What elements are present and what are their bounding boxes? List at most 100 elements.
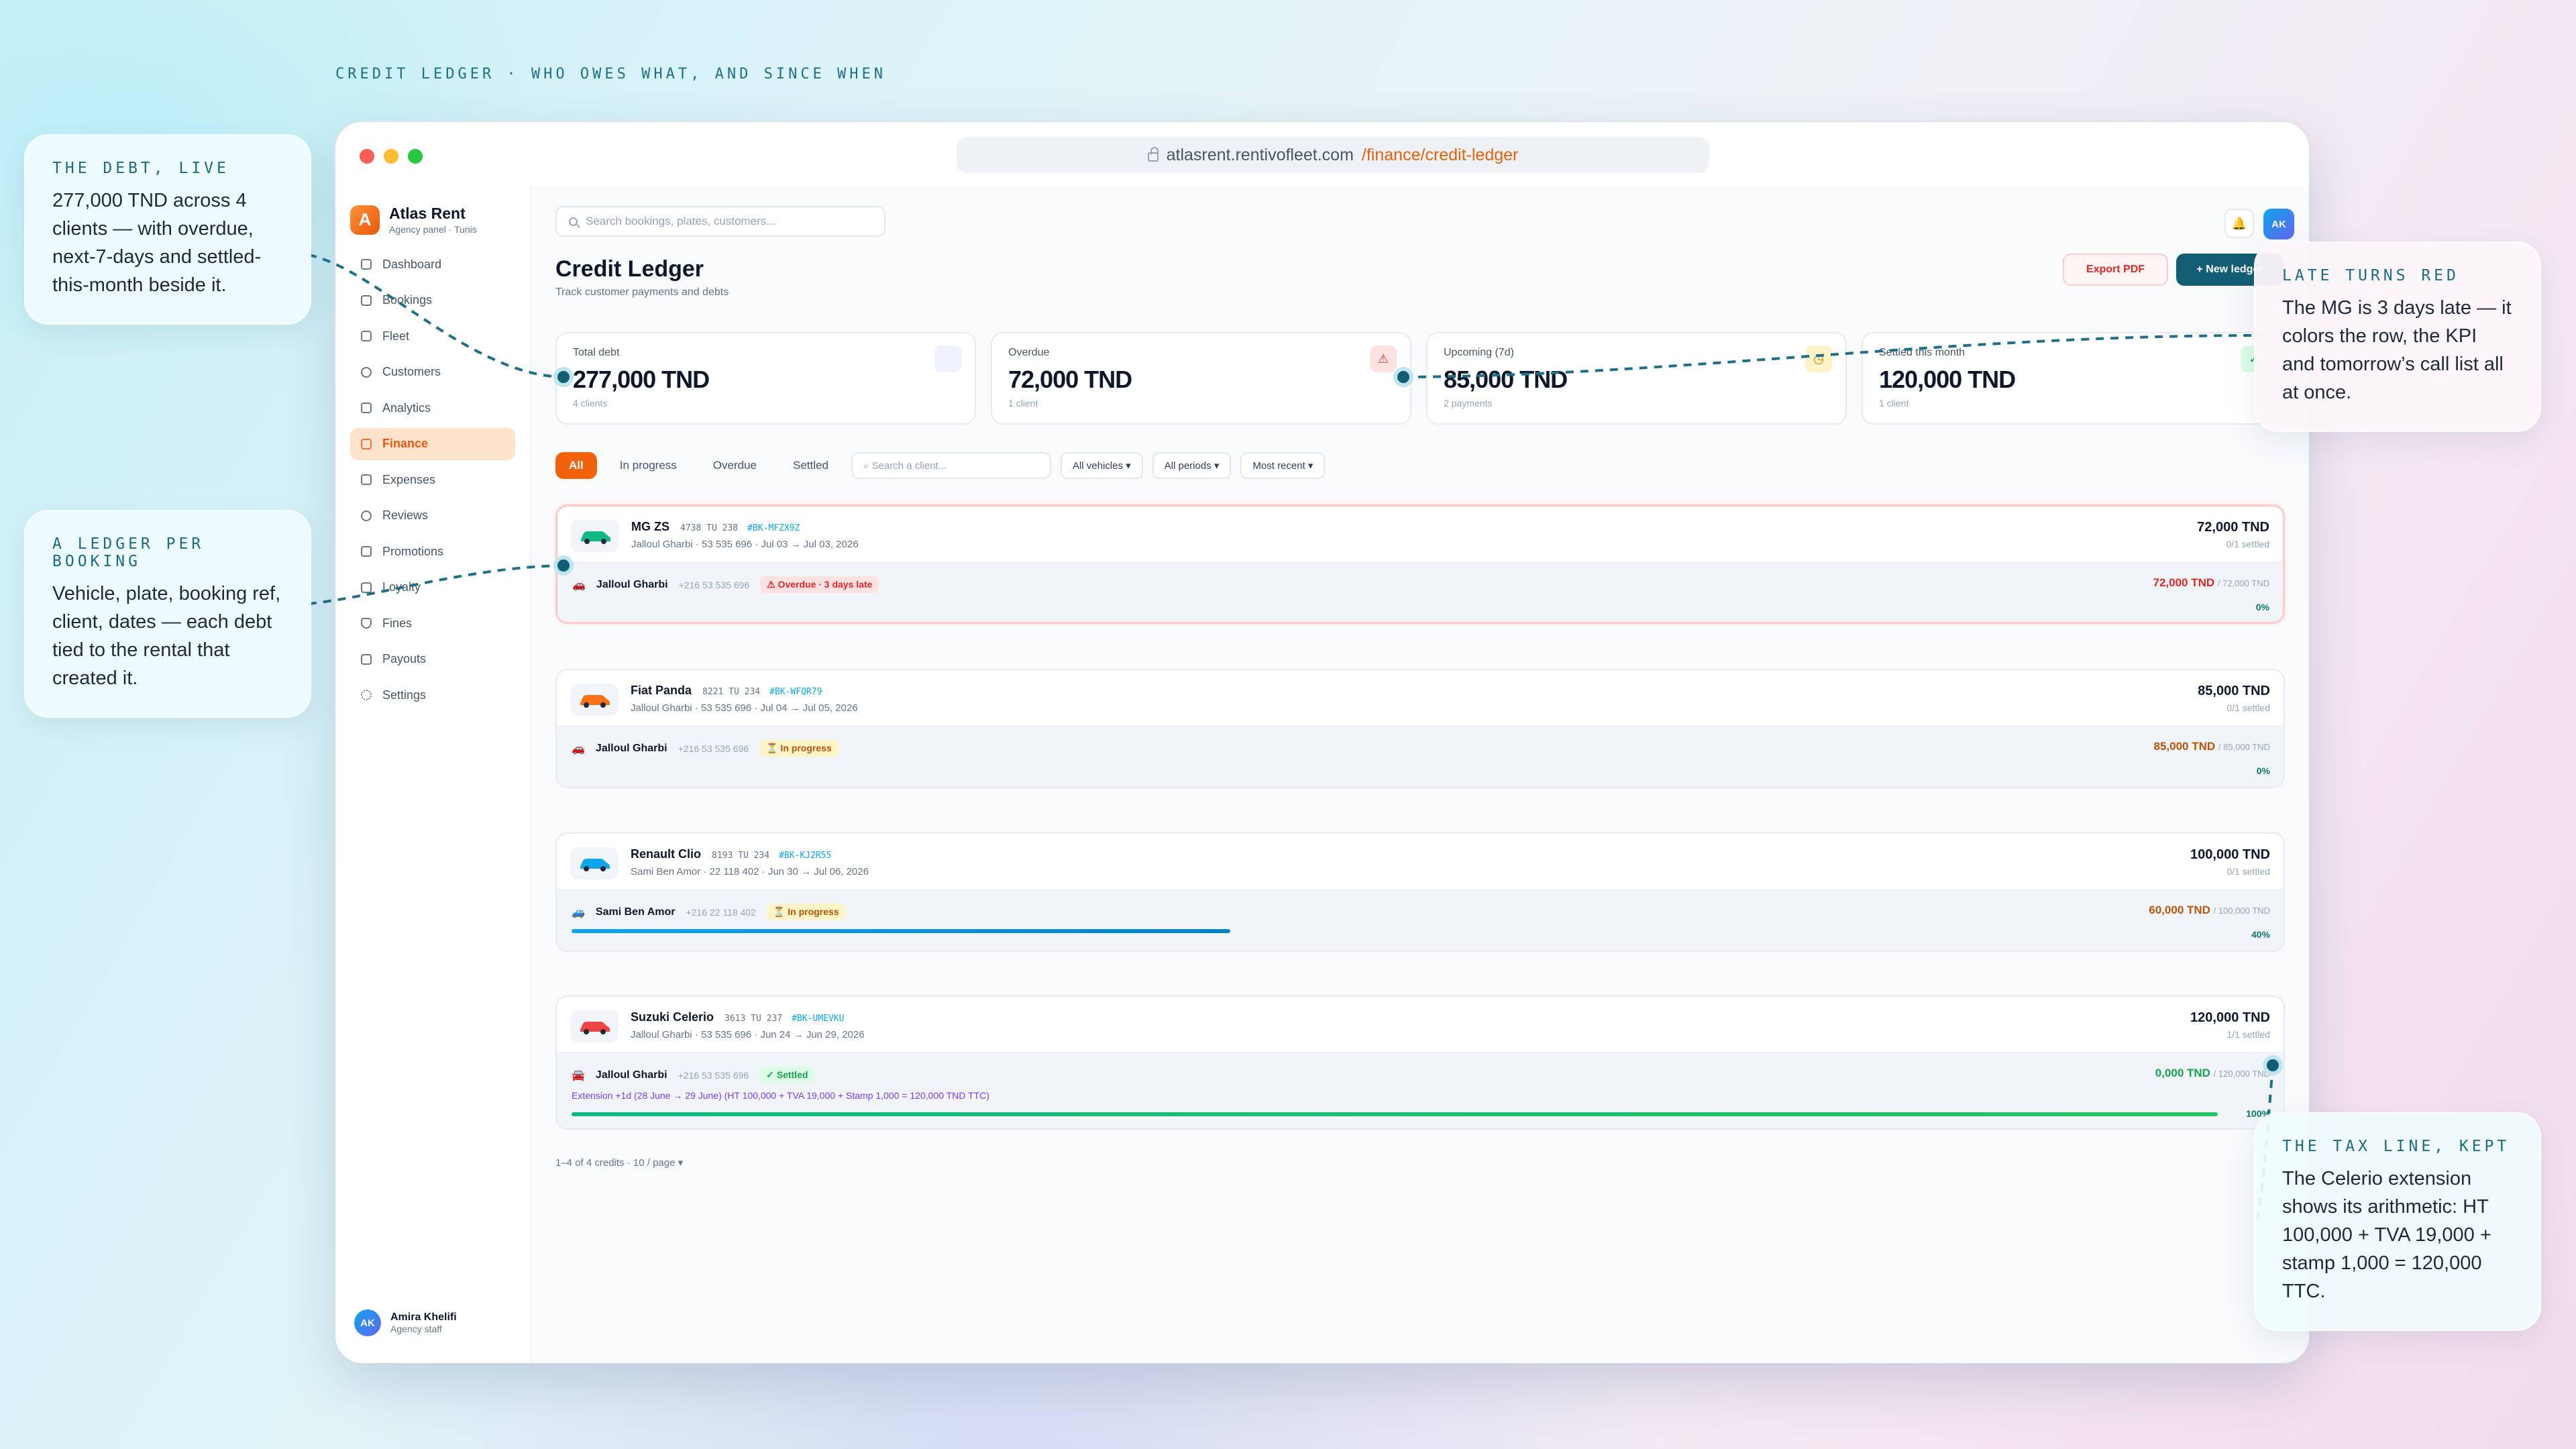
callout-body: The Celerio extension shows its arithmet… xyxy=(2282,1168,2491,1302)
ledger-card[interactable]: Fiat Panda 8221 TU 234 #BK-WFQR79 Jalloul … xyxy=(555,669,2285,788)
client-phone: +216 22 118 402 xyxy=(686,906,756,918)
car-icon: 🚙 xyxy=(572,906,585,918)
car-icon xyxy=(581,531,610,544)
ledger-card[interactable]: Suzuki Celerio 3613 TU 237 #BK-UMEVKU Jall… xyxy=(555,996,2285,1130)
sidebar-item-reviews[interactable]: Reviews xyxy=(350,500,515,532)
sidebar-nav: Dashboard Bookings Fleet Customers Analy… xyxy=(350,248,515,711)
close-dot[interactable] xyxy=(360,149,374,164)
car-name-text: Renault Clio xyxy=(631,847,702,861)
minimize-dot[interactable] xyxy=(384,149,398,164)
ledger-amount: 100,000 TND xyxy=(2190,847,2270,862)
pagination[interactable]: 1–4 of 4 credits · 10 / page ▾ xyxy=(555,1157,683,1169)
kpi-value: 85,000 TND xyxy=(1444,366,1568,393)
kpi-value: 72,000 TND xyxy=(1008,366,1132,393)
sidebar-item-loyalty[interactable]: Loyalty xyxy=(350,572,515,604)
sidebar-item-fleet[interactable]: Fleet xyxy=(350,320,515,352)
kpi-sub: 1 client xyxy=(1879,398,1909,409)
car-name: Suzuki Celerio 3613 TU 237 #BK-UMEVKU xyxy=(631,1010,844,1024)
client-name: Jalloul Gharbi xyxy=(596,578,668,590)
settled-count: 1/1 settled xyxy=(2226,1029,2270,1040)
sidebar-item-finance[interactable]: Finance xyxy=(350,427,515,460)
user-name: Amira Khelifi xyxy=(390,1311,457,1323)
client-phone: +216 53 535 696 xyxy=(678,579,750,590)
car-thumbnail xyxy=(570,847,619,879)
client-name: Jalloul Gharbi xyxy=(595,742,667,754)
kpi-label: Total debt xyxy=(573,347,620,358)
user-profile[interactable]: AK Amira Khelifi Agency staff xyxy=(354,1309,457,1336)
car-thumbnail xyxy=(571,520,619,552)
sort-dropdown[interactable]: Most recent ▾ xyxy=(1240,452,1326,479)
tab-overdue[interactable]: Overdue xyxy=(700,452,770,479)
sidebar-item-promotions[interactable]: Promotions xyxy=(350,535,515,568)
balance-total: / 120,000 TND xyxy=(2213,1069,2270,1079)
booking-ref[interactable]: #BK-UMEVKU xyxy=(792,1014,844,1024)
sidebar-item-label: Promotions xyxy=(382,544,444,558)
sidebar-item-label: Loyalty xyxy=(382,580,421,594)
booking-ref[interactable]: #BK-KJ2R55 xyxy=(779,851,831,861)
car-icon: 🚗 xyxy=(572,579,586,591)
balance-total: / 72,000 TND xyxy=(2217,578,2269,588)
car-name-text: MG ZS xyxy=(631,520,669,533)
brand[interactable]: A Atlas Rent Agency panel · Tunis xyxy=(350,205,515,235)
kpi-label: Overdue xyxy=(1008,347,1050,358)
top-avatar[interactable]: AK xyxy=(2263,209,2294,239)
page-title: Credit Ledger xyxy=(555,256,704,282)
settled-count: 0/1 settled xyxy=(2226,539,2269,549)
ledger-line: 🚙 Sami Ben Amor +216 22 118 402 ⏳ In pro… xyxy=(557,890,2284,951)
callout-body: Vehicle, plate, booking ref, client, dat… xyxy=(52,583,281,689)
kpi-settled[interactable]: Settled this month 120,000 TND 1 client … xyxy=(1862,332,2282,425)
browser-window: atlasrent.rentivofleet.com /finance/cred… xyxy=(335,122,2309,1363)
ledger-meta: Jalloul Gharbi · 53 535 696 · Jun 24 → J… xyxy=(631,1029,865,1040)
kpi-overdue[interactable]: Overdue 72,000 TND 1 client ⚠ xyxy=(991,332,1411,425)
kpi-total-debt[interactable]: Total debt 277,000 TND 4 clients xyxy=(555,332,976,425)
tab-in-progress[interactable]: In progress xyxy=(606,452,690,479)
car-name: Fiat Panda 8221 TU 234 #BK-WFQR79 xyxy=(631,684,822,698)
client-search-input[interactable]: ⌕ Search a client... xyxy=(851,452,1051,479)
app: A Atlas Rent Agency panel · Tunis Dashbo… xyxy=(335,186,2309,1363)
ledger-card[interactable]: Renault Clio 8193 TU 234 #BK-KJ2R55 Sami B… xyxy=(555,833,2285,952)
global-search-input[interactable]: Search bookings, plates, customers... xyxy=(555,206,885,237)
filter-bar: All In progress Overdue Settled ⌕ Search… xyxy=(555,452,1326,479)
receipt-icon xyxy=(361,474,372,485)
car-thumbnail xyxy=(570,684,619,716)
ledger-card[interactable]: MG ZS 4738 TU 238 #BK-MFZX9Z Jalloul Gharb… xyxy=(555,504,2285,624)
client-phone: +216 53 535 696 xyxy=(678,1069,749,1081)
ledger-meta: Sami Ben Amor · 22 118 402 · Jun 30 → Ju… xyxy=(631,866,869,877)
sidebar-item-customers[interactable]: Customers xyxy=(350,356,515,388)
search-icon xyxy=(569,217,578,226)
status-badge: ⏳ In progress xyxy=(759,740,839,757)
wallet-icon xyxy=(361,438,372,449)
progress-percent: 40% xyxy=(2251,929,2270,940)
sidebar-item-settings[interactable]: Settings xyxy=(350,679,515,711)
tab-all[interactable]: All xyxy=(555,452,597,479)
periods-dropdown[interactable]: All periods ▾ xyxy=(1152,452,1232,479)
sidebar-item-label: Settings xyxy=(382,688,427,702)
maximize-dot[interactable] xyxy=(408,149,423,164)
booking-ref[interactable]: #BK-WFQR79 xyxy=(769,687,822,697)
balance-total: / 85,000 TND xyxy=(2218,742,2270,752)
sidebar-item-payouts[interactable]: Payouts xyxy=(350,643,515,676)
ledger-amount: 85,000 TND xyxy=(2198,684,2270,698)
vehicles-dropdown[interactable]: All vehicles ▾ xyxy=(1060,452,1143,479)
callout-late: LATE TURNS RED The MG is 3 days late — i… xyxy=(2254,241,2541,432)
kpi-sub: 1 client xyxy=(1008,398,1038,409)
booking-ref[interactable]: #BK-MFZX9Z xyxy=(747,523,800,533)
gift-icon xyxy=(361,582,372,593)
ledger-line: 🚘 Jalloul Gharbi +216 53 535 696 ✓ Settl… xyxy=(557,1053,2284,1128)
progress-percent: 0% xyxy=(2255,602,2269,612)
sidebar-item-analytics[interactable]: Analytics xyxy=(350,392,515,424)
kpi-upcoming[interactable]: Upcoming (7d) 85,000 TND 2 payments ◷ xyxy=(1426,332,1847,425)
sidebar-item-fines[interactable]: Fines xyxy=(350,607,515,639)
status-badge: ✓ Settled xyxy=(759,1067,815,1083)
kpi-label: Upcoming (7d) xyxy=(1444,347,1514,358)
sidebar-item-dashboard[interactable]: Dashboard xyxy=(350,248,515,280)
address-bar[interactable]: atlasrent.rentivofleet.com /finance/cred… xyxy=(957,137,1709,173)
export-pdf-button[interactable]: Export PDF xyxy=(2063,254,2168,286)
sidebar-item-bookings[interactable]: Bookings xyxy=(350,284,515,317)
sidebar-item-expenses[interactable]: Expenses xyxy=(350,464,515,496)
tab-settled[interactable]: Settled xyxy=(780,452,842,479)
bell-icon[interactable]: 🔔 xyxy=(2224,209,2254,238)
ledger-header: Suzuki Celerio 3613 TU 237 #BK-UMEVKU Jall… xyxy=(557,997,2284,1053)
callout-title: A LEDGER PER BOOKING xyxy=(52,535,205,570)
car-name: MG ZS 4738 TU 238 #BK-MFZX9Z xyxy=(631,520,800,534)
